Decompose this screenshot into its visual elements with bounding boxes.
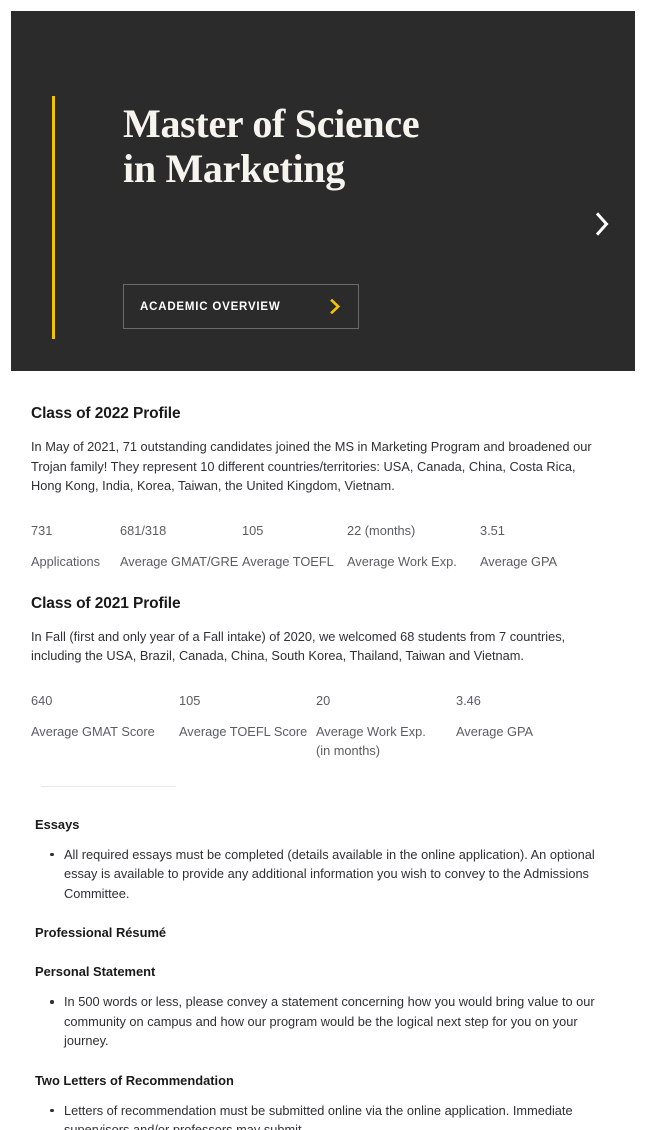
stat-average-toefl: 105 Average TOEFL (242, 523, 347, 571)
stat-applications: 731 Applications (31, 523, 120, 571)
stat-label-sub: (in months) (316, 742, 381, 758)
stat-average-toefl-score: 105 Average TOEFL Score (179, 693, 316, 760)
stat-average-work-exp: 22 (months) Average Work Exp. (347, 523, 480, 571)
academic-overview-button[interactable]: ACADEMIC OVERVIEW (123, 284, 359, 329)
page-root: Master of Science in Marketing ACADEMIC … (0, 0, 647, 1130)
hero-banner: Master of Science in Marketing ACADEMIC … (11, 11, 635, 371)
stat-label: Average GMAT Score (31, 722, 179, 741)
application-requirements-section: Essays All required essays must be compl… (0, 787, 647, 1130)
stat-value: 105 (242, 522, 264, 538)
personal-statement-heading: Personal Statement (35, 964, 156, 979)
stat-label-main: Average GPA (456, 723, 534, 739)
stat-average-gmat-score: 640 Average GMAT Score (31, 693, 179, 760)
stat-label: Average GPA (456, 722, 556, 741)
academic-overview-button-label: ACADEMIC OVERVIEW (140, 300, 281, 313)
stat-label-main: Average GMAT Score (31, 723, 155, 739)
stat-label: Average Work Exp. (347, 553, 457, 569)
stat-value: 681/318 (120, 522, 167, 538)
stat-label: Average Work Exp. (in months) (316, 722, 456, 760)
stat-label: Average GPA (480, 553, 558, 569)
class-2022-profile-section: Class of 2022 Profile In May of 2021, 71… (0, 371, 647, 787)
stat-label: Average TOEFL (242, 553, 334, 569)
professional-resume-heading: Professional Résumé (35, 925, 167, 940)
recommendation-heading: Two Letters of Recommendation (35, 1072, 234, 1088)
essays-heading: Essays (35, 816, 80, 832)
recommendation-list: Letters of recommendation must be submit… (35, 1101, 616, 1130)
stat-average-work-exp-months: 20 Average Work Exp. (in months) (316, 693, 456, 760)
list-item: Letters of recommendation must be submit… (50, 1101, 616, 1130)
stat-label: Average TOEFL Score (179, 722, 316, 741)
page-title: Master of Science in Marketing (123, 101, 543, 191)
class-2021-stats-row: 640 Average GMAT Score 105 Average TOEFL… (31, 693, 616, 760)
class-2021-title: Class of 2021 Profile (31, 594, 181, 612)
page-title-line-1: Master of Science (123, 101, 420, 146)
stat-label: Applications (31, 553, 101, 569)
stat-average-gpa: 3.51 Average GPA (480, 523, 570, 571)
carousel-next-button[interactable] (589, 209, 615, 243)
list-item: In 500 words or less, please convey a st… (50, 992, 616, 1051)
stat-value: 3.51 (480, 522, 505, 538)
hero-accent-bar (52, 96, 55, 339)
main-content: Class of 2022 Profile In May of 2021, 71… (0, 371, 647, 1130)
chevron-right-icon (330, 298, 341, 315)
stat-label: Average GMAT/GRE (120, 553, 239, 569)
list-item: All required essays must be completed (d… (50, 845, 616, 904)
stat-value: 640 (31, 692, 53, 708)
stat-average-gmat-gre: 681/318 Average GMAT/GRE (120, 523, 242, 571)
page-title-line-2: in Marketing (123, 146, 345, 191)
essays-list: All required essays must be completed (d… (35, 845, 616, 904)
stat-label-main: Average TOEFL Score (179, 723, 308, 739)
stat-value: 731 (31, 522, 53, 538)
stat-value: 105 (179, 692, 201, 708)
class-2022-stats-row: 731 Applications 681/318 Average GMAT/GR… (31, 523, 616, 571)
class-2021-paragraph: In Fall (first and only year of a Fall i… (31, 628, 566, 664)
class-2022-paragraph: In May of 2021, 71 outstanding candidate… (31, 439, 592, 493)
stat-value: 20 (316, 692, 331, 708)
stat-value: 22 (months) (347, 522, 416, 538)
chevron-right-icon (595, 211, 610, 241)
stat-value: 3.46 (456, 692, 481, 708)
class-2022-title: Class of 2022 Profile (31, 405, 181, 422)
personal-statement-list: In 500 words or less, please convey a st… (35, 992, 616, 1051)
hero-heading-block: Master of Science in Marketing (123, 101, 543, 191)
stat-label-main: Average Work Exp. (316, 723, 426, 739)
stat-average-gpa-2021: 3.46 Average GPA (456, 693, 556, 760)
